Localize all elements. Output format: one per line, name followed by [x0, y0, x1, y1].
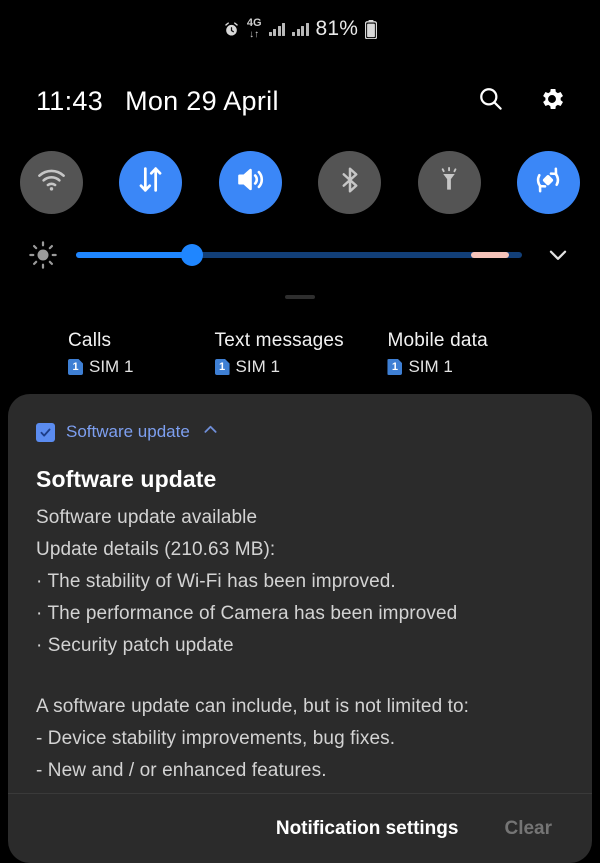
alarm-clock-icon — [223, 21, 240, 38]
sim-name-label: SIM 1 — [408, 357, 453, 376]
auto-rotate-icon — [532, 164, 564, 201]
signal-bars-icon-sim2 — [292, 22, 309, 36]
sim-badge-icon: 1 — [387, 359, 403, 375]
notification-app-name: Software update — [66, 422, 190, 441]
sim-badge-icon: 1 — [68, 359, 83, 375]
notification-body-line: Update details (210.63 MB): — [36, 539, 276, 560]
drag-handle[interactable] — [285, 295, 315, 299]
network-type-indicator: 4G ↓↑ — [246, 17, 262, 40]
notification-body-line: · The performance of Camera has been imp… — [36, 603, 458, 624]
notification-body-line: · The stability of Wi-Fi has been improv… — [36, 571, 396, 592]
sim-status-mobile-data[interactable]: Mobile data 1 SIM 1 — [387, 330, 534, 386]
notification-body-line: - Device stability improvements, bug fix… — [36, 728, 396, 749]
data-arrows-icon — [135, 164, 166, 200]
notification-body-line: A software update can include, but is no… — [36, 696, 470, 717]
bluetooth-icon — [335, 165, 365, 200]
sim-status-row: Calls 1 SIM 1 Text messages 1 SIM 1 Mobi… — [0, 330, 600, 386]
quick-toggle-sound[interactable] — [218, 150, 282, 214]
sim-status-text-messages[interactable]: Text messages 1 SIM 1 — [214, 330, 388, 386]
quick-toggle-auto-rotate[interactable] — [516, 150, 580, 214]
gear-icon[interactable] — [538, 85, 566, 118]
search-icon[interactable] — [477, 85, 504, 117]
volume-icon — [234, 163, 267, 201]
checkmark-icon[interactable] — [36, 422, 55, 442]
notification-action-bar: Notification settings Clear — [8, 793, 592, 863]
notification-title: Software update — [36, 466, 217, 492]
shade-header: 11:43 Mon 29 April — [0, 76, 600, 126]
brightness-slider-thumb[interactable] — [180, 244, 203, 266]
quick-toggle-bluetooth[interactable] — [318, 150, 382, 214]
sim-badge-icon: 1 — [214, 359, 230, 375]
clear-button[interactable]: Clear — [504, 818, 552, 840]
notification-body-line: Software update available — [36, 507, 258, 528]
sim-name-label: SIM 1 — [235, 357, 280, 376]
notification-body-line: - New and / or enhanced features. — [36, 760, 327, 781]
quick-toggle-wifi[interactable] — [20, 150, 83, 214]
flashlight-icon — [434, 165, 464, 200]
clock-label: 11:43 — [36, 85, 104, 116]
sim-status-title: Mobile data — [387, 330, 488, 351]
sim-status-title: Text messages — [214, 330, 344, 351]
date-label: Mon 29 April — [125, 85, 279, 116]
notification-card[interactable]: Software update Software update Software… — [8, 394, 592, 793]
sim-status-calls[interactable]: Calls 1 SIM 1 — [68, 330, 215, 386]
notification-shade: 4G ↓↑ 81% 11:43 Mon 29 April Calls 1 SIM… — [0, 0, 600, 863]
sim-name-label: SIM 1 — [89, 357, 134, 376]
notification-body-line: · Security patch update — [36, 635, 234, 656]
notification-header: Software update — [36, 420, 564, 444]
brightness-slider-fill — [76, 252, 192, 258]
brightness-row — [0, 231, 600, 279]
expand-quick-settings-button[interactable] — [538, 242, 578, 268]
brightness-slider-highlight — [470, 252, 509, 258]
brightness-slider[interactable] — [76, 244, 522, 266]
quick-toggle-flashlight[interactable] — [417, 150, 481, 214]
brightness-sun-icon — [22, 240, 64, 270]
chevron-up-icon[interactable] — [201, 420, 220, 444]
wifi-icon — [35, 163, 68, 201]
battery-icon — [365, 19, 378, 39]
signal-bars-icon-sim1 — [268, 22, 286, 36]
battery-percent-label: 81% — [315, 17, 359, 40]
quick-toggles-row — [0, 145, 600, 219]
quick-toggle-mobile-data[interactable] — [119, 150, 183, 214]
status-bar: 4G ↓↑ 81% — [0, 0, 600, 58]
sim-status-title: Calls — [68, 330, 112, 351]
notification-settings-button[interactable]: Notification settings — [276, 818, 459, 840]
